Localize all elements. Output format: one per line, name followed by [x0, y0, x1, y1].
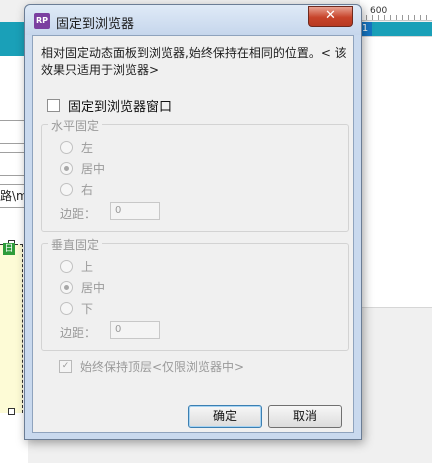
panel-path-field[interactable]: 路\me	[0, 184, 27, 208]
horizontal-margin-label: 边距：	[60, 207, 97, 221]
ok-button[interactable]: 确定	[188, 405, 262, 428]
horizontal-right-option[interactable]: 右	[60, 181, 93, 198]
radio-button-selected[interactable]	[60, 162, 73, 175]
radio-label: 上	[81, 260, 94, 274]
selection-handle[interactable]	[8, 408, 15, 415]
dynamic-panel-widget[interactable]	[0, 244, 23, 413]
dialog-body: 相对固定动态面板到浏览器,始终保持在相同的位置。< 该效果只适用于浏览器> 固定…	[32, 35, 354, 433]
ruler-ticks	[360, 15, 432, 20]
dialog-titlebar[interactable]: RP 固定到浏览器 ✕	[25, 5, 361, 35]
vertical-pin-legend: 垂直固定	[48, 236, 103, 253]
horizontal-pin-legend: 水平固定	[48, 117, 103, 134]
widget-type-icon: 日	[3, 243, 15, 255]
horizontal-left-option[interactable]: 左	[60, 139, 93, 156]
panel-field[interactable]	[0, 152, 27, 176]
design-canvas[interactable]	[360, 36, 432, 308]
radio-label: 居中	[81, 281, 106, 295]
keep-on-top-label: 始终保持顶层<仅限浏览器中>	[80, 360, 245, 374]
radio-label: 左	[81, 141, 94, 155]
radio-button-selected[interactable]	[60, 281, 73, 294]
vertical-pin-group: 垂直固定 上 居中 下 边距： 0	[41, 236, 349, 351]
horizontal-center-option[interactable]: 居中	[60, 160, 105, 177]
radio-button[interactable]	[60, 260, 73, 273]
dialog-title: 固定到浏览器	[56, 17, 135, 32]
radio-label: 下	[81, 302, 94, 316]
vertical-bottom-option[interactable]: 下	[60, 300, 93, 317]
radio-label: 居中	[81, 162, 106, 176]
dialog-description: 相对固定动态面板到浏览器,始终保持在相同的位置。< 该效果只适用于浏览器>	[41, 46, 347, 77]
pin-to-window-option[interactable]: 固定到浏览器窗口	[47, 96, 172, 115]
cancel-button[interactable]: 取消	[268, 405, 342, 428]
close-button[interactable]: ✕	[308, 6, 353, 27]
horizontal-pin-group: 水平固定 左 居中 右 边距： 0	[41, 117, 349, 232]
pin-to-window-checkbox[interactable]	[47, 99, 60, 112]
keep-on-top-option[interactable]: ✓ 始终保持顶层<仅限浏览器中>	[59, 358, 244, 375]
vertical-top-option[interactable]: 上	[60, 258, 93, 275]
radio-label: 右	[81, 183, 94, 197]
horizontal-margin-input[interactable]: 0	[110, 202, 160, 220]
vertical-center-option[interactable]: 居中	[60, 279, 105, 296]
radio-button[interactable]	[60, 302, 73, 315]
radio-button[interactable]	[60, 141, 73, 154]
keep-on-top-checkbox[interactable]: ✓	[59, 360, 72, 373]
vertical-margin-input[interactable]: 0	[110, 321, 160, 339]
vertical-margin-label: 边距：	[60, 326, 97, 340]
axure-app-icon: RP	[34, 13, 50, 29]
ruler-horizontal: 600	[360, 0, 432, 21]
pin-to-window-label: 固定到浏览器窗口	[68, 100, 173, 115]
panel-field[interactable]	[0, 120, 27, 144]
pin-to-browser-dialog: RP 固定到浏览器 ✕ 相对固定动态面板到浏览器,始终保持在相同的位置。< 该效…	[24, 4, 362, 440]
radio-button[interactable]	[60, 183, 73, 196]
